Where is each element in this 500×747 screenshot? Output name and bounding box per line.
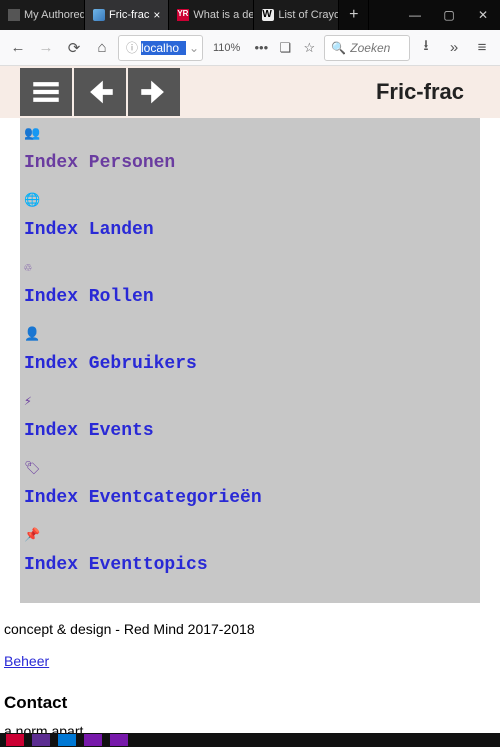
maximize-button[interactable]: ▢ xyxy=(432,0,466,30)
index-link-3[interactable]: Index Gebruikers xyxy=(20,344,480,388)
menu-icon: 👤 xyxy=(20,321,480,344)
prev-button[interactable] xyxy=(74,68,126,116)
index-link-5[interactable]: Index Eventcategorieën xyxy=(20,478,480,522)
browser-toolbar: ← → ⟳ ⌂ ⓘ ⌄ 110% ••• ❏ ☆ 🔍 ⭳ » ≡ xyxy=(0,30,500,66)
reader-icon[interactable]: ❏ xyxy=(274,37,296,59)
tab-label: Fric-frac xyxy=(109,9,149,21)
tab-fric-frac[interactable]: Fric-frac × xyxy=(85,0,169,30)
index-link-2[interactable]: Index Rollen xyxy=(20,277,480,321)
search-bar[interactable]: 🔍 xyxy=(324,35,410,61)
search-input[interactable] xyxy=(350,41,403,55)
favicon-yr-icon: YR xyxy=(177,9,189,21)
contact-text: a norm apart xyxy=(4,723,496,733)
menu-icon: 🏷 xyxy=(20,455,480,478)
home-button[interactable]: ⌂ xyxy=(90,36,114,60)
app-header: Fric-frac xyxy=(0,66,500,118)
taskbar-app[interactable] xyxy=(6,734,24,746)
footer: concept & design - Red Mind 2017-2018 Be… xyxy=(0,603,500,733)
index-link-6[interactable]: Index Eventtopics xyxy=(20,545,480,589)
forward-button[interactable]: → xyxy=(34,36,58,60)
favicon-wikipedia-icon: W xyxy=(262,9,274,21)
window-controls: — ▢ ✕ xyxy=(398,0,500,30)
contact-heading: Contact xyxy=(4,693,496,713)
zoom-level[interactable]: 110% xyxy=(213,42,240,54)
taskbar-app[interactable] xyxy=(84,734,102,746)
tab-list-crayola[interactable]: W List of Crayo… xyxy=(254,0,339,30)
index-link-1[interactable]: Index Landen xyxy=(20,210,480,254)
menu-icon: 📌 xyxy=(20,522,480,545)
new-tab-button[interactable]: + xyxy=(339,0,369,30)
index-link-0[interactable]: Index Personen xyxy=(20,143,480,187)
taskbar-app[interactable] xyxy=(110,734,128,746)
index-menu: 👥Index Personen🌐Index Landen♲Index Rolle… xyxy=(20,118,480,603)
back-button[interactable]: ← xyxy=(6,36,30,60)
overflow-button[interactable]: » xyxy=(442,36,466,60)
address-bar[interactable]: ⓘ ⌄ xyxy=(118,35,203,61)
tab-my-authored[interactable]: My Authored P… xyxy=(0,0,85,30)
search-icon: 🔍 xyxy=(331,41,346,55)
tab-strip: My Authored P… Fric-frac × YR What is a de… xyxy=(0,0,369,30)
taskbar-app[interactable] xyxy=(58,734,76,746)
next-button[interactable] xyxy=(128,68,180,116)
reload-button[interactable]: ⟳ xyxy=(62,36,86,60)
menu-icon: 🌐 xyxy=(20,187,480,210)
browser-titlebar: My Authored P… Fric-frac × YR What is a de… xyxy=(0,0,500,30)
tab-label: List of Crayo… xyxy=(278,9,339,21)
tab-label: My Authored P… xyxy=(24,9,85,21)
menu-button[interactable]: ≡ xyxy=(470,36,494,60)
index-link-4[interactable]: Index Events xyxy=(20,411,480,455)
url-input[interactable] xyxy=(141,41,186,55)
tab-label: What is a de… xyxy=(193,9,254,21)
beheer-link[interactable]: Beheer xyxy=(4,653,49,669)
page-title: Fric-frac xyxy=(376,79,464,105)
arrow-right-icon xyxy=(137,75,171,109)
page-content: Fric-frac 👥Index Personen🌐Index Landen♲I… xyxy=(0,66,500,733)
more-icon[interactable]: ••• xyxy=(250,37,272,59)
menu-icon: 👥 xyxy=(20,120,480,143)
info-icon[interactable]: ⓘ xyxy=(126,39,138,56)
downloads-button[interactable]: ⭳ xyxy=(414,36,438,60)
close-icon[interactable]: × xyxy=(153,8,160,22)
tab-what-is[interactable]: YR What is a de… xyxy=(169,0,254,30)
taskbar xyxy=(0,733,500,747)
hamburger-icon xyxy=(29,75,63,109)
close-button[interactable]: ✕ xyxy=(466,0,500,30)
taskbar-app[interactable] xyxy=(32,734,50,746)
favicon-generic xyxy=(8,9,20,21)
favicon-firefox-icon xyxy=(93,9,105,21)
page-actions: ••• ❏ ☆ xyxy=(250,37,320,59)
credit-text: concept & design - Red Mind 2017-2018 xyxy=(4,621,496,637)
nav-buttons xyxy=(0,68,180,116)
star-icon[interactable]: ☆ xyxy=(298,37,320,59)
arrow-left-icon xyxy=(83,75,117,109)
dropdown-icon[interactable]: ⌄ xyxy=(189,41,199,55)
menu-icon: ♲ xyxy=(20,254,480,277)
minimize-button[interactable]: — xyxy=(398,0,432,30)
hamburger-button[interactable] xyxy=(20,68,72,116)
menu-icon: ⚡ xyxy=(20,388,480,411)
